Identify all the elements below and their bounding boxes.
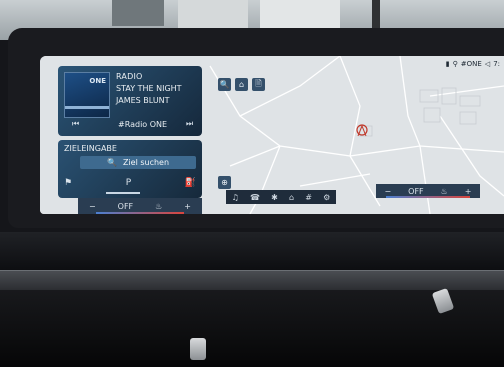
seat-heat-icon[interactable]: ♨ bbox=[441, 187, 448, 196]
temp-up-button[interactable]: + bbox=[184, 202, 191, 211]
dashboard-trim bbox=[0, 270, 504, 291]
fan-icon[interactable]: ✱ bbox=[271, 193, 278, 202]
status-bar: ▮ ⚲ #ONE ◁ 7: bbox=[446, 60, 500, 68]
station-name: #Radio ONE bbox=[118, 120, 168, 129]
climate-off-label[interactable]: OFF bbox=[408, 187, 424, 196]
climate-off-label[interactable]: OFF bbox=[118, 202, 134, 211]
search-icon: 🔍 bbox=[106, 158, 117, 167]
map-search-button[interactable]: 🔍 bbox=[218, 78, 231, 91]
climate-bar-left: − OFF ♨ + bbox=[78, 198, 202, 214]
song-title: STAY THE NIGHT bbox=[116, 84, 182, 93]
temperature-gradient bbox=[96, 212, 184, 214]
destination-widget[interactable]: ZIELEINGABE 🔍 Ziel suchen ⚑ P ⛽ bbox=[58, 140, 202, 198]
temp-up-button[interactable]: + bbox=[465, 187, 472, 196]
center-console bbox=[0, 290, 504, 367]
search-icon: 🔍 bbox=[219, 80, 230, 89]
garage-window bbox=[178, 0, 248, 30]
seat-heat-icon[interactable]: ♨ bbox=[155, 202, 162, 211]
dashboard-top bbox=[0, 232, 504, 272]
destination-search-button[interactable]: 🔍 Ziel suchen bbox=[80, 156, 196, 169]
previous-track-icon[interactable]: ⏮ bbox=[72, 119, 79, 129]
temperature-gradient bbox=[386, 196, 470, 198]
temp-down-button[interactable]: − bbox=[89, 202, 96, 211]
radio-source-label: RADIO bbox=[116, 72, 143, 81]
destination-search-label: Ziel suchen bbox=[122, 158, 170, 167]
destination-shortcuts: ⚑ P ⛽ bbox=[64, 178, 196, 188]
map-options-button[interactable]: 🗎 bbox=[252, 78, 265, 91]
media-icon[interactable]: ♫ bbox=[232, 193, 239, 202]
volume-icon: ◁ bbox=[484, 60, 491, 68]
settings-icon[interactable]: ⚙ bbox=[323, 193, 330, 202]
status-station: #ONE bbox=[460, 60, 482, 68]
main-nav-bar: ♫ ☎ ✱ ⌂ # ⚙ bbox=[226, 190, 336, 204]
satellite-icon: ⚲ bbox=[452, 60, 458, 68]
signal-icon: ▮ bbox=[445, 60, 450, 68]
map-center-button[interactable]: ⊕ bbox=[218, 176, 231, 189]
vent-knob[interactable] bbox=[190, 338, 206, 360]
album-logo-text: ONE bbox=[89, 77, 106, 85]
phone-icon[interactable]: ☎ bbox=[250, 193, 260, 202]
next-track-icon[interactable]: ⏭ bbox=[186, 119, 193, 129]
garage-window bbox=[112, 0, 164, 26]
home-icon: ⌂ bbox=[238, 80, 245, 89]
radio-widget[interactable]: ONE RADIO STAY THE NIGHT JAMES BLUNT ⏮ #… bbox=[58, 66, 202, 136]
clock: 7: bbox=[493, 60, 500, 68]
destination-title: ZIELEINGABE bbox=[64, 144, 117, 153]
document-icon: 🗎 bbox=[255, 78, 262, 88]
parking-icon[interactable]: P bbox=[126, 178, 131, 188]
flag-icon[interactable]: ⚑ bbox=[64, 178, 72, 188]
fuel-icon[interactable]: ⛽ bbox=[185, 178, 196, 188]
temp-down-button[interactable]: − bbox=[384, 187, 391, 196]
climate-bar-right: − OFF ♨ + bbox=[376, 184, 480, 198]
album-art-stripe bbox=[65, 106, 109, 109]
crosshair-icon: ⊕ bbox=[221, 178, 228, 187]
selected-shortcut-indicator bbox=[106, 192, 140, 194]
home-icon[interactable]: ⌂ bbox=[289, 193, 294, 202]
album-art: ONE bbox=[64, 72, 110, 118]
artist-name: JAMES BLUNT bbox=[116, 96, 170, 105]
map-home-button[interactable]: ⌂ bbox=[235, 78, 248, 91]
apps-icon[interactable]: # bbox=[305, 193, 312, 202]
